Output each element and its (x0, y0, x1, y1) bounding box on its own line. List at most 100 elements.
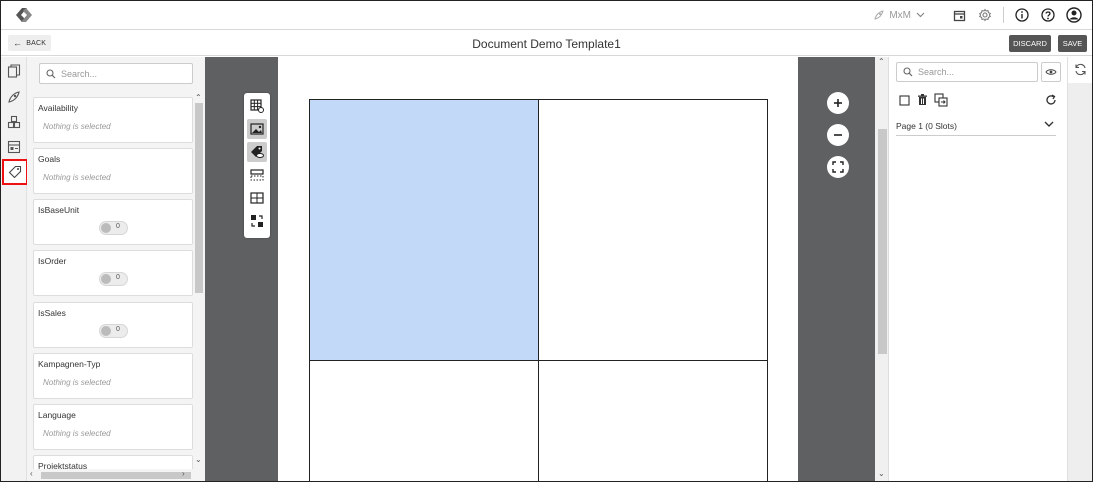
toggle-knob (101, 274, 111, 284)
filter-value[interactable]: Nothing is selected (43, 378, 111, 387)
toggle-switch[interactable]: 0 (99, 324, 128, 338)
filter-search[interactable] (39, 63, 193, 84)
grid-view-icon[interactable] (247, 96, 267, 116)
left-rail (1, 57, 28, 481)
slots-search[interactable] (896, 62, 1038, 82)
filter-horizontal-scrollbar[interactable]: ‹ › (27, 469, 205, 481)
top-bar: MxM (1, 1, 1092, 30)
filter-label: IsOrder (38, 256, 67, 266)
info-icon[interactable] (1012, 5, 1032, 25)
filter-language[interactable]: Language Nothing is selected (33, 404, 193, 450)
gear-icon[interactable] (975, 5, 995, 25)
app-window: MxM ← BACK Document Demo Template1 DISCA… (0, 0, 1093, 482)
slots-search-input[interactable] (918, 67, 1028, 77)
toggle-value: 0 (116, 274, 120, 281)
canvas-area (205, 57, 875, 481)
toggle-value: 0 (116, 223, 120, 230)
scroll-right-icon[interactable]: › (182, 469, 185, 478)
tag-icon[interactable] (2, 159, 28, 185)
side-panel-track (1068, 83, 1092, 481)
scroll-left-icon[interactable]: ‹ (30, 469, 33, 478)
far-right-rail (1067, 57, 1092, 481)
filter-isorder: IsOrder 0 (33, 250, 193, 296)
user-avatar-icon[interactable] (1064, 5, 1084, 25)
filter-label: IsBaseUnit (38, 205, 80, 215)
scrollbar-thumb[interactable] (878, 129, 887, 354)
scroll-down-icon[interactable]: ⌄ (195, 455, 202, 464)
filter-label: Language (38, 410, 76, 420)
toggle-value: 0 (116, 326, 120, 333)
toggle-switch[interactable]: 0 (99, 272, 128, 286)
filter-goals[interactable]: Goals Nothing is selected (33, 148, 193, 194)
calendar-icon[interactable] (949, 5, 969, 25)
documents-icon[interactable] (5, 62, 23, 80)
document-page (278, 57, 798, 481)
filter-list: Availability Nothing is selected Goals N… (33, 97, 193, 470)
cubes-icon[interactable] (5, 113, 23, 131)
toolbar-divider (1003, 7, 1004, 23)
chevron-down-icon[interactable] (1044, 121, 1054, 128)
plus-icon (834, 99, 842, 107)
filter-value[interactable]: Nothing is selected (43, 122, 111, 131)
canvas-vertical-scrollbar[interactable]: ⌃ ⌄ (875, 57, 889, 481)
document-title: Document Demo Template1 (472, 37, 621, 51)
search-icon (46, 68, 56, 78)
slot-4[interactable] (538, 360, 768, 481)
layout-icon[interactable] (5, 138, 23, 156)
app-logo-icon[interactable] (13, 5, 35, 25)
zoom-in-button[interactable] (827, 92, 849, 114)
filter-label: IsSales (38, 308, 66, 318)
image-preview-icon[interactable] (247, 119, 267, 139)
slot-1[interactable] (309, 99, 539, 361)
slot-2[interactable] (538, 99, 768, 361)
project-label: MxM (889, 9, 911, 21)
filter-search-input[interactable] (61, 68, 181, 79)
scroll-up-icon[interactable]: ⌃ (878, 57, 885, 66)
toggle-switch[interactable]: 0 (99, 221, 128, 235)
zoom-out-button[interactable] (827, 124, 849, 146)
project-selector[interactable]: MxM (873, 9, 929, 21)
rocket-icon[interactable] (5, 88, 23, 106)
tag-preview-icon[interactable] (247, 142, 267, 162)
swap-slots-icon[interactable] (247, 211, 267, 231)
visibility-toggle-button[interactable] (1041, 62, 1061, 82)
fullscreen-icon (832, 161, 844, 173)
table-layout-icon[interactable] (247, 188, 267, 208)
canvas-tools (244, 93, 270, 238)
eye-icon (1045, 69, 1057, 75)
scrollbar-thumb[interactable] (41, 472, 191, 479)
row-layout-icon[interactable] (247, 165, 267, 185)
filter-panel: Availability Nothing is selected Goals N… (27, 57, 205, 481)
filter-vertical-scrollbar[interactable]: ⌃ ⌄ (194, 93, 204, 470)
filter-isbaseunit: IsBaseUnit 0 (33, 199, 193, 245)
filter-label: Availability (38, 103, 79, 113)
toggle-knob (101, 326, 111, 336)
scroll-down-icon[interactable]: ⌄ (878, 469, 885, 478)
scrollbar-thumb[interactable] (195, 103, 203, 293)
trash-icon[interactable] (915, 93, 929, 107)
refresh-icon[interactable] (1044, 93, 1058, 107)
filter-projektstatus[interactable]: Projektstatus (33, 455, 193, 470)
page-accordion[interactable]: Page 1 (0 Slots) (896, 118, 1056, 136)
slots-panel: Page 1 (0 Slots) (890, 57, 1067, 481)
save-button[interactable]: SAVE (1058, 35, 1087, 52)
scroll-up-icon[interactable]: ⌃ (195, 93, 202, 102)
fit-screen-button[interactable] (827, 156, 849, 178)
select-all-checkbox-icon[interactable] (897, 93, 911, 107)
filter-value[interactable]: Nothing is selected (43, 173, 111, 182)
move-slots-icon[interactable] (934, 93, 948, 107)
editor-toolbar: ← BACK Document Demo Template1 DISCARD S… (1, 31, 1092, 56)
filter-label: Kampagnen-Typ (38, 359, 101, 369)
slot-3[interactable] (309, 360, 539, 481)
filter-value[interactable]: Nothing is selected (43, 429, 111, 438)
filter-kampagnen-typ[interactable]: Kampagnen-Typ Nothing is selected (33, 353, 193, 399)
search-icon (903, 67, 913, 77)
top-right-controls: MxM (873, 5, 1084, 25)
page-label: Page 1 (0 Slots) (896, 121, 957, 131)
toggle-knob (101, 223, 111, 233)
sync-icon[interactable] (1074, 63, 1087, 79)
filter-availability[interactable]: Availability Nothing is selected (33, 97, 193, 143)
discard-button[interactable]: DISCARD (1009, 35, 1051, 52)
help-icon[interactable] (1038, 5, 1058, 25)
chevron-down-icon (916, 12, 925, 18)
